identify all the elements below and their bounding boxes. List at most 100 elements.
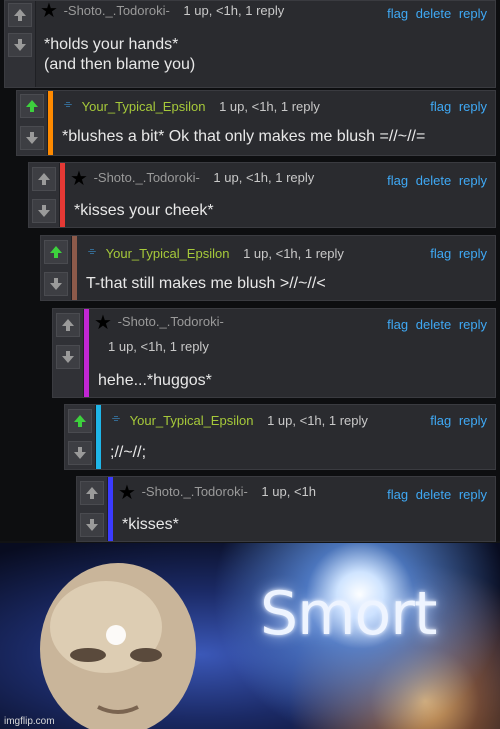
arrow-up-icon	[26, 100, 38, 112]
comment-body: *holds your hands* (and then blame you)	[44, 36, 196, 73]
reply-depth-bar	[72, 236, 77, 300]
arrow-up-icon	[50, 246, 62, 258]
arrow-up-icon	[74, 415, 86, 427]
delete-link[interactable]: delete	[416, 173, 451, 188]
flag-link[interactable]: flag	[387, 173, 408, 188]
meme-image: Smort imgflip.com	[0, 543, 500, 729]
arrow-down-icon	[50, 278, 62, 290]
comment-meta: 1 up, <1h, 1 reply	[213, 170, 315, 186]
comment-meta: 1 up, <1h, 1 reply	[243, 246, 344, 261]
comment-content: ⌯ Your_Typical_Epsilon 1 up, <1h, 1 repl…	[78, 236, 495, 300]
arrow-down-icon	[38, 205, 50, 217]
comment-body: ;//~//;	[110, 444, 147, 461]
star-icon: ★	[40, 0, 58, 22]
arrow-down-icon	[86, 519, 98, 531]
comment: ★ -Shoto._.Todoroki- 1 up, <1h, 1 reply …	[28, 162, 496, 228]
comment-meta: 1 up, <1h, 1 reply	[267, 413, 368, 428]
reply-link[interactable]: reply	[459, 99, 487, 114]
comment-actions: flag delete reply	[383, 317, 487, 332]
comment-actions: flag reply	[426, 413, 487, 428]
reply-depth-bar	[48, 91, 53, 155]
vote-column	[17, 91, 48, 155]
flag-link[interactable]: flag	[387, 6, 408, 21]
reply-link[interactable]: reply	[459, 173, 487, 188]
comment-meta-row: 1 up, <1h, 1 reply	[90, 339, 495, 365]
comment-body: *kisses*	[122, 516, 179, 533]
vote-column	[53, 309, 84, 397]
username[interactable]: -Shoto._.Todoroki-	[94, 170, 200, 185]
reply-depth-bar	[108, 477, 113, 541]
upvote-button[interactable]	[56, 313, 80, 337]
arrow-down-icon	[14, 39, 26, 51]
downvote-button[interactable]	[80, 513, 104, 537]
comment: ⌯ Your_Typical_Epsilon 1 up, <1h, 1 repl…	[16, 90, 496, 156]
vote-column	[5, 1, 36, 87]
reply-depth-bar	[96, 405, 101, 469]
delete-link[interactable]: delete	[416, 6, 451, 21]
upvote-button[interactable]	[80, 481, 104, 505]
reply-depth-bar	[60, 163, 65, 227]
arrow-up-icon	[62, 319, 74, 331]
downvote-button[interactable]	[68, 441, 92, 465]
username[interactable]: -Shoto._.Todoroki-	[142, 484, 248, 499]
delete-link[interactable]: delete	[416, 317, 451, 332]
flag-link[interactable]: flag	[430, 99, 451, 114]
reply-link[interactable]: reply	[459, 6, 487, 21]
comment-body: *kisses your cheek*	[74, 202, 214, 219]
comment-actions: flag reply	[426, 99, 487, 114]
comment-content: ★ -Shoto._.Todoroki- 1 up, <1h, 1 reply …	[90, 309, 495, 397]
comment-content: ★ -Shoto._.Todoroki- 1 up, <1h, 1 reply …	[66, 163, 495, 227]
upvote-button[interactable]	[20, 94, 44, 118]
delete-link[interactable]: delete	[416, 487, 451, 502]
comment-body: T-that still makes me blush >//~//<	[86, 275, 326, 292]
username[interactable]: Your_Typical_Epsilon	[106, 246, 230, 261]
arrow-up-icon	[14, 9, 26, 21]
comment-actions: flag reply	[426, 246, 487, 261]
reply-link[interactable]: reply	[459, 413, 487, 428]
reply-link[interactable]: reply	[459, 246, 487, 261]
downvote-button[interactable]	[8, 33, 32, 57]
upvote-button[interactable]	[8, 3, 32, 27]
comment: ★ -Shoto._.Todoroki- 1 up, <1h, 1 reply …	[4, 0, 496, 88]
watermark: imgflip.com	[4, 716, 55, 727]
arrow-down-icon	[62, 351, 74, 363]
epsilon-icon: ⌯	[64, 99, 72, 110]
comment-actions: flag delete reply	[383, 173, 487, 188]
flag-link[interactable]: flag	[387, 317, 408, 332]
star-icon: ★	[94, 312, 112, 334]
comment: ★ -Shoto._.Todoroki- 1 up, <1h flag dele…	[76, 476, 496, 542]
reply-link[interactable]: reply	[459, 487, 487, 502]
comment-body: hehe...*huggos*	[98, 372, 212, 389]
comment-actions: flag delete reply	[383, 6, 487, 21]
comment-content: ★ -Shoto._.Todoroki- 1 up, <1h flag dele…	[114, 477, 495, 541]
epsilon-icon: ⌯	[88, 246, 96, 257]
upvote-button[interactable]	[44, 240, 68, 264]
arrow-up-icon	[38, 173, 50, 185]
downvote-button[interactable]	[32, 199, 56, 223]
username[interactable]: Your_Typical_Epsilon	[130, 413, 254, 428]
comment-meta: 1 up, <1h, 1 reply	[108, 339, 209, 354]
username[interactable]: -Shoto._.Todoroki-	[118, 314, 224, 329]
downvote-button[interactable]	[56, 345, 80, 369]
meme-caption: Smort	[260, 579, 437, 649]
downvote-button[interactable]	[20, 126, 44, 150]
comment-body: *blushes a bit* Ok that only makes me bl…	[62, 128, 426, 145]
arrow-down-icon	[74, 447, 86, 459]
arrow-up-icon	[86, 487, 98, 499]
flag-link[interactable]: flag	[430, 246, 451, 261]
comment-content: ⌯ Your_Typical_Epsilon 1 up, <1h, 1 repl…	[54, 91, 495, 155]
downvote-button[interactable]	[44, 272, 68, 296]
star-icon: ★	[70, 168, 88, 190]
comment: ★ -Shoto._.Todoroki- 1 up, <1h, 1 reply …	[52, 308, 496, 398]
comment-meta: 1 up, <1h, 1 reply	[183, 3, 285, 19]
flag-link[interactable]: flag	[387, 487, 408, 502]
reply-link[interactable]: reply	[459, 317, 487, 332]
flag-link[interactable]: flag	[430, 413, 451, 428]
arrow-down-icon	[26, 132, 38, 144]
username[interactable]: Your_Typical_Epsilon	[82, 99, 206, 114]
comment-meta: 1 up, <1h	[261, 484, 316, 500]
username[interactable]: -Shoto._.Todoroki-	[64, 3, 170, 18]
upvote-button[interactable]	[32, 167, 56, 191]
vote-column	[41, 236, 72, 300]
upvote-button[interactable]	[68, 409, 92, 433]
